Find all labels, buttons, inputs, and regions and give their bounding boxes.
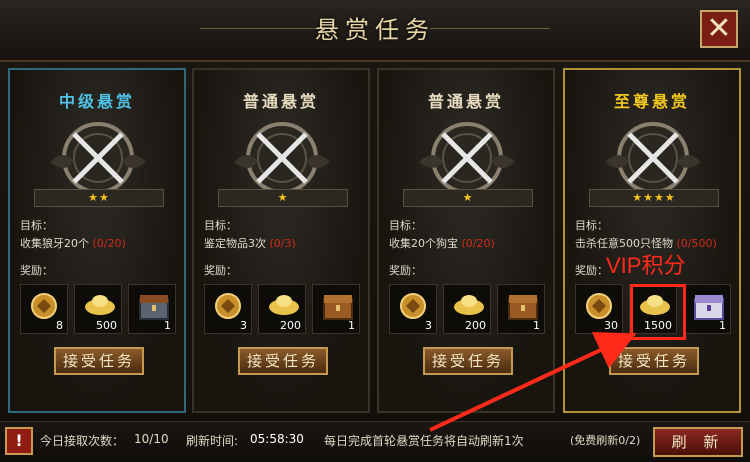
reward-slot[interactable]: 3: [204, 284, 252, 334]
coin-icon: [213, 291, 243, 325]
accept-task-button[interactable]: 接受任务: [54, 347, 144, 375]
warning-icon[interactable]: !: [5, 427, 33, 455]
task-description: 鉴定物品3次: [204, 237, 266, 250]
free-refresh-count: (免费刷新0/2): [570, 434, 641, 447]
gold-ingot-icon: [267, 291, 301, 321]
reward-slot[interactable]: 1: [683, 284, 731, 334]
task-description: 收集20个狗宝: [389, 237, 458, 250]
reward-slot[interactable]: 30: [575, 284, 623, 334]
close-icon: ✕: [706, 11, 732, 46]
task-progress: (0/3): [269, 237, 296, 250]
reward-quantity: 3: [240, 319, 247, 332]
bounty-card: 普通悬赏 ★ 目标： 收集20个狗宝 (0/20) 奖励： 3 200 1 接受任务: [377, 68, 555, 413]
task-progress: (0/20): [92, 237, 126, 250]
highlight-box: [630, 284, 686, 340]
bottom-bar: ! 今日接取次数： 10/10 刷新时间: 05:58:30 每日完成首轮悬赏任…: [0, 421, 750, 462]
reward-quantity: 1: [533, 319, 540, 332]
reward-label: 奖励：: [575, 264, 608, 277]
bounty-window: 悬赏任务 ✕ 中级悬赏 ★★ 目标： 收集狼牙20个 (0/20) 奖励： 8 500 …: [0, 0, 750, 462]
daily-count-value: 10/10: [134, 432, 169, 446]
reward-slot[interactable]: 3: [389, 284, 437, 334]
reward-quantity: 500: [96, 319, 117, 332]
reward-quantity: 1: [348, 319, 355, 332]
reward-label: 奖励：: [389, 264, 422, 277]
star-rating: ★: [218, 189, 348, 207]
bounty-card: 普通悬赏 ★ 目标： 鉴定物品3次 (0/3) 奖励： 3 200 1 接受任务: [192, 68, 370, 413]
task-description: 收集狼牙20个: [20, 237, 89, 250]
reward-slot[interactable]: 1: [312, 284, 360, 334]
reward-slot[interactable]: 200: [443, 284, 491, 334]
star-rating: ★★: [34, 189, 164, 207]
reward-quantity: 3: [425, 319, 432, 332]
reward-quantity: 200: [280, 319, 301, 332]
reward-quantity: 1: [719, 319, 726, 332]
reward-label: 奖励：: [20, 264, 53, 277]
reward-quantity: 200: [465, 319, 486, 332]
refresh-notice: 每日完成首轮悬赏任务将自动刷新1次: [324, 434, 524, 448]
reward-slot[interactable]: 1: [128, 284, 176, 334]
star-rating: ★: [403, 189, 533, 207]
reward-list: 8 500 1: [20, 284, 178, 334]
reward-label: 奖励：: [204, 264, 237, 277]
coin-icon: [398, 291, 428, 325]
crossed-swords-icon: [599, 118, 707, 226]
accept-task-button[interactable]: 接受任务: [423, 347, 513, 375]
daily-count-label: 今日接取次数：: [40, 434, 125, 448]
accept-task-button[interactable]: 接受任务: [609, 347, 699, 375]
reward-slot[interactable]: 500: [74, 284, 122, 334]
coin-icon: [29, 291, 59, 325]
refresh-time-label: 刷新时间:: [186, 434, 239, 448]
crossed-swords-icon: [44, 118, 152, 226]
target-label: 目标：: [575, 219, 608, 232]
window-title: 悬赏任务: [315, 16, 435, 44]
reward-quantity: 8: [56, 319, 63, 332]
card-title: 普通悬赏: [242, 92, 319, 111]
star-rating: ★★★★: [589, 189, 719, 207]
gold-ingot-icon: [83, 291, 117, 321]
reward-quantity: 1: [164, 319, 171, 332]
card-title: 普通悬赏: [427, 92, 504, 111]
bounty-card: 至尊悬赏 ★★★★ 目标： 击杀任意500只怪物 (0/500) 奖励： 30 1500…: [563, 68, 741, 413]
close-button[interactable]: ✕: [700, 10, 738, 48]
crossed-swords-icon: [228, 118, 336, 226]
card-title: 中级悬赏: [58, 92, 135, 111]
reward-quantity: 30: [604, 319, 618, 332]
reward-list: 3 200 1: [389, 284, 547, 334]
target-label: 目标：: [204, 219, 237, 232]
gold-ingot-icon: [452, 291, 486, 321]
bounty-card: 中级悬赏 ★★ 目标： 收集狼牙20个 (0/20) 奖励： 8 500 1 接受任务: [8, 68, 186, 413]
reward-slot[interactable]: 1: [497, 284, 545, 334]
task-progress: (0/20): [461, 237, 495, 250]
target-label: 目标：: [20, 219, 53, 232]
reward-slot[interactable]: 8: [20, 284, 68, 334]
reward-slot[interactable]: 200: [258, 284, 306, 334]
crossed-swords-icon: [413, 118, 521, 226]
accept-task-button[interactable]: 接受任务: [238, 347, 328, 375]
title-bar: 悬赏任务: [0, 0, 750, 62]
refresh-button[interactable]: 刷 新: [653, 427, 743, 457]
target-label: 目标：: [389, 219, 422, 232]
reward-list: 3 200 1: [204, 284, 362, 334]
card-title: 至尊悬赏: [613, 92, 690, 111]
vip-points-annotation: VIP积分: [606, 253, 686, 278]
refresh-time-value: 05:58:30: [250, 432, 304, 446]
